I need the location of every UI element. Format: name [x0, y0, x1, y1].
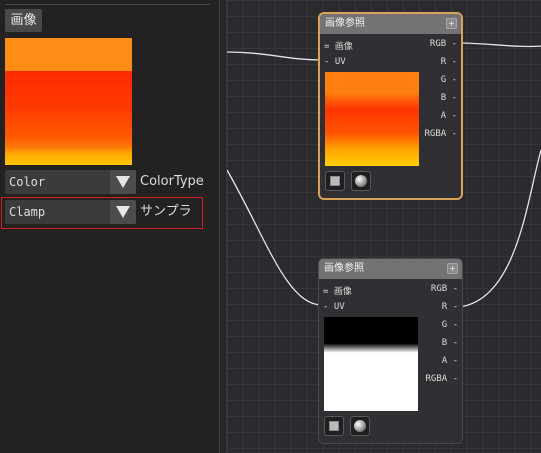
sphere-preview-button[interactable]: [351, 171, 371, 191]
square-preview-button[interactable]: [324, 416, 344, 436]
output-rgb-socket[interactable]: RGB -: [431, 284, 458, 294]
node-image-thumbnail: [325, 72, 419, 166]
output-rgba-socket[interactable]: RGBA -: [424, 129, 457, 139]
color-type-value: Color: [9, 175, 46, 189]
output-a-socket[interactable]: A -: [442, 356, 458, 366]
sampler-label: サンプラ: [140, 204, 192, 219]
sphere-preview-icon: [355, 175, 367, 187]
square-preview-button[interactable]: [325, 171, 345, 191]
node-header[interactable]: 画像参照 +: [320, 14, 461, 34]
wire-out-bottom: [458, 149, 541, 308]
wire-out-top: [458, 42, 541, 48]
square-preview-icon: [329, 421, 339, 431]
output-b-socket[interactable]: B -: [441, 93, 457, 103]
wire-in-left-top: [227, 51, 323, 61]
output-rgba-socket[interactable]: RGBA -: [425, 374, 458, 384]
output-g-socket[interactable]: G -: [441, 75, 457, 85]
dropdown-arrow-icon[interactable]: [110, 170, 136, 194]
color-type-select[interactable]: Color: [5, 170, 136, 194]
node-graph[interactable]: 画像参照 + = 画像 - UV RGB - R - G - B - A - R…: [227, 0, 541, 453]
node-title: 画像参照: [324, 263, 364, 274]
sampler-value: Clamp: [9, 205, 46, 219]
image-reference-node-1[interactable]: 画像参照 + = 画像 - UV RGB - R - G - B - A - R…: [318, 12, 463, 200]
input-image-socket[interactable]: = 画像: [324, 39, 353, 52]
output-a-socket[interactable]: A -: [441, 111, 457, 121]
input-uv-socket[interactable]: - UV: [324, 57, 346, 67]
output-r-socket[interactable]: R -: [442, 302, 458, 312]
square-preview-icon: [330, 176, 340, 186]
image-tab[interactable]: 画像: [5, 9, 42, 32]
output-g-socket[interactable]: G -: [442, 320, 458, 330]
panel-splitter[interactable]: [219, 0, 227, 453]
output-b-socket[interactable]: B -: [442, 338, 458, 348]
image-preview: [5, 38, 132, 165]
output-r-socket[interactable]: R -: [441, 57, 457, 67]
sphere-preview-icon: [354, 420, 366, 432]
input-uv-socket[interactable]: - UV: [323, 302, 345, 312]
sampler-select[interactable]: Clamp: [5, 200, 136, 224]
color-type-label: ColorType: [140, 174, 204, 189]
wire-in-left-bottom: [227, 169, 323, 306]
node-title: 画像参照: [325, 18, 365, 29]
image-reference-node-2[interactable]: 画像参照 + = 画像 - UV RGB - R - G - B - A - R…: [318, 258, 463, 444]
property-panel: 画像 Color ColorType Clamp サンプラ: [0, 0, 219, 453]
pin-icon[interactable]: +: [447, 263, 458, 274]
dropdown-arrow-icon[interactable]: [110, 200, 136, 224]
output-rgb-socket[interactable]: RGB -: [430, 39, 457, 49]
node-image-thumbnail: [324, 317, 418, 411]
node-header[interactable]: 画像参照 +: [319, 259, 462, 279]
pin-icon[interactable]: +: [446, 18, 457, 29]
sphere-preview-button[interactable]: [350, 416, 370, 436]
input-image-socket[interactable]: = 画像: [323, 284, 352, 297]
panel-divider: [5, 4, 210, 5]
